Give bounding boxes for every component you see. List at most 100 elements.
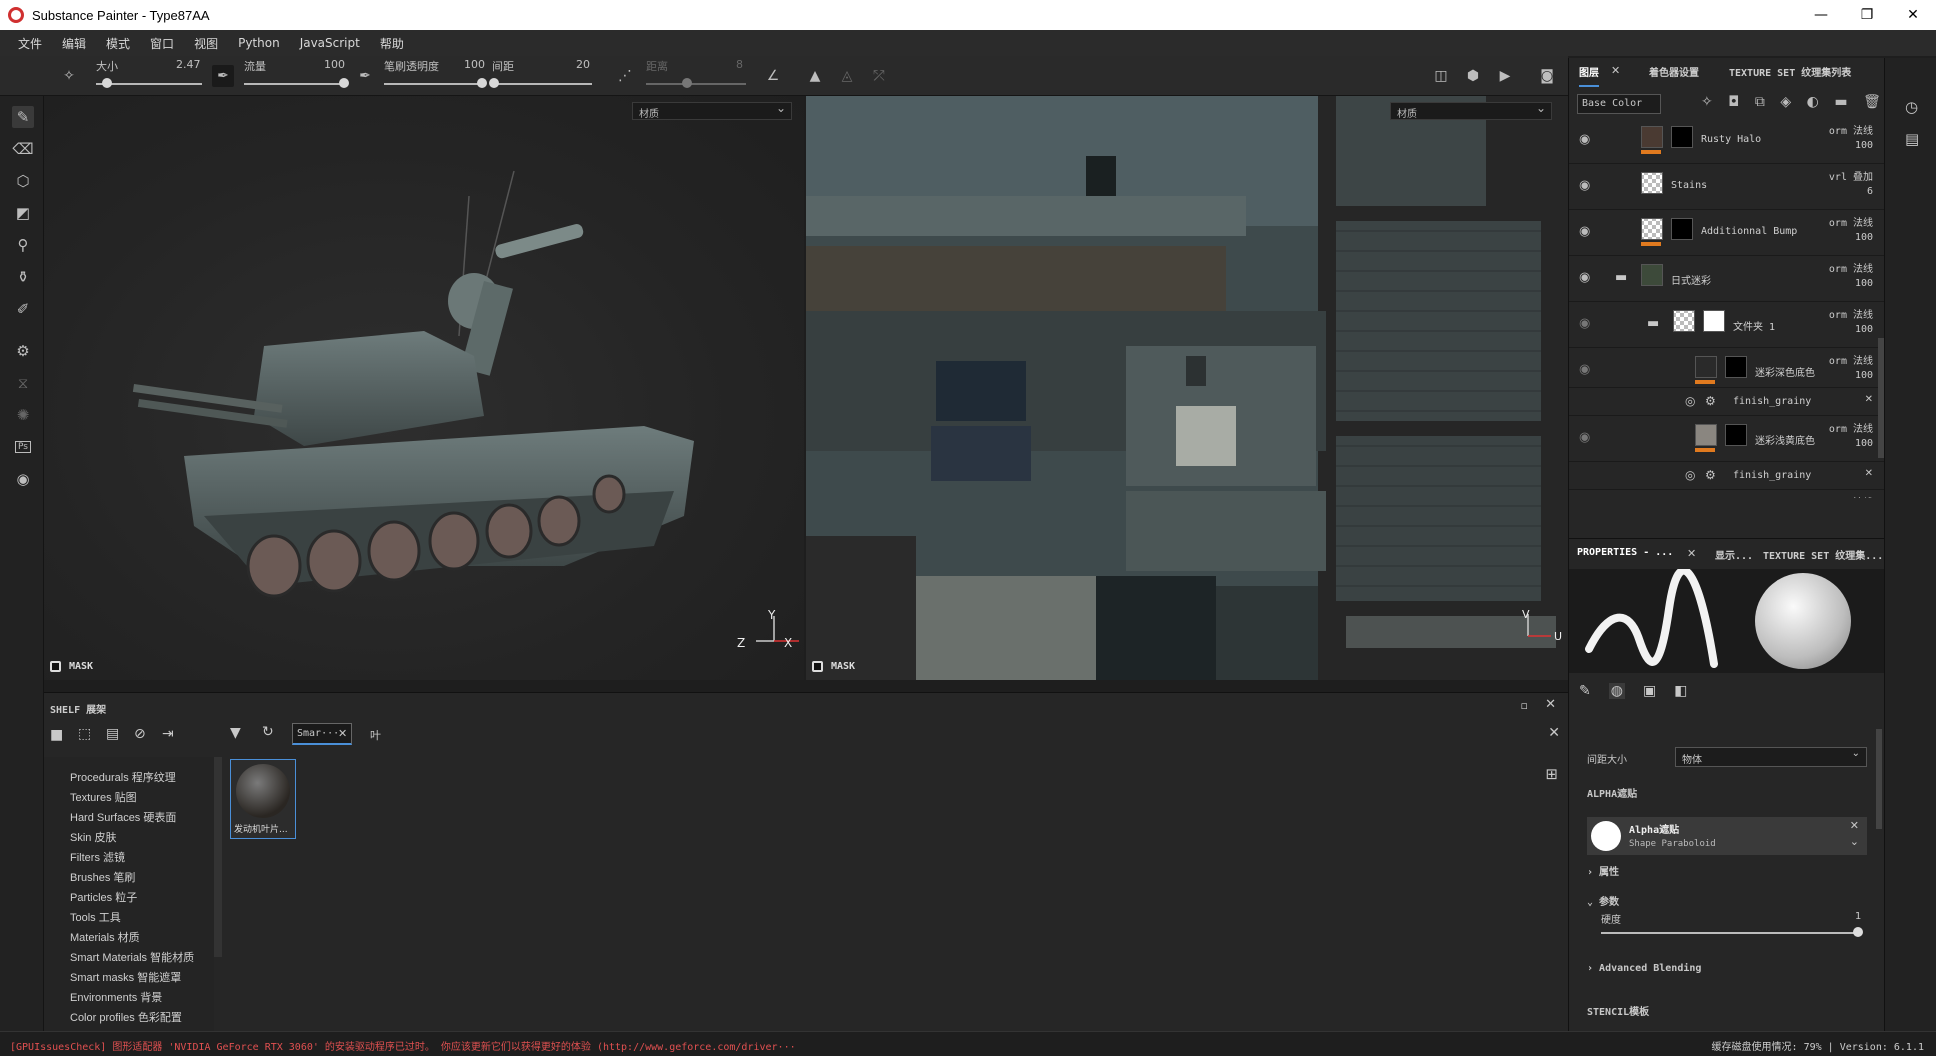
eraser-icon[interactable]: ⌫ [12, 138, 34, 160]
attributes-section[interactable]: › 属性 [1587, 863, 1619, 878]
stencil-tab-icon[interactable]: ▣ [1643, 683, 1656, 699]
delete-layer-icon[interactable]: 🗑 [1863, 94, 1881, 114]
bake-icon[interactable]: ⧖ [12, 372, 34, 394]
layer-name[interactable]: Rusty Halo [1701, 134, 1761, 145]
visibility-eye-icon[interactable]: ◉ [1579, 362, 1595, 378]
flow-slider[interactable] [244, 83, 344, 85]
photoshop-export-icon[interactable]: Ps [12, 436, 34, 458]
menu-help[interactable]: 帮助 [370, 35, 414, 52]
opacity-value[interactable]: 100 [464, 58, 485, 71]
angle-icon[interactable]: ∠ [762, 65, 784, 87]
add-folder-icon[interactable]: ▬ [1834, 94, 1847, 114]
viewport-2d[interactable]: 材质 V U MASK [806, 96, 1568, 680]
clone-stamp-icon[interactable]: ⚱ [12, 266, 34, 288]
layer-row[interactable]: ◉ Additionnal Bump orm 法线 100 [1569, 210, 1885, 256]
visibility-eye-icon[interactable]: ◉ [1579, 132, 1595, 148]
refresh-icon[interactable]: ↻ [262, 724, 274, 740]
layer-opacity[interactable]: 100 [1855, 438, 1873, 449]
filter-search-text[interactable]: 叶 [370, 727, 381, 743]
layer-name[interactable]: 迷彩浅黄底色 [1755, 432, 1815, 447]
settings-icon[interactable]: ⚙ [12, 340, 34, 362]
hardness-value[interactable]: 1 [1855, 911, 1861, 922]
distance-slider[interactable] [646, 83, 746, 85]
hide-icon[interactable]: ⊘ [134, 726, 146, 742]
mask-checkbox[interactable] [812, 661, 823, 672]
tab-shader-settings[interactable]: 着色器设置 [1649, 64, 1699, 79]
history-icon[interactable]: ◷ [1905, 98, 1918, 116]
size-slider[interactable] [96, 83, 202, 85]
tab-texture-set[interactable]: TEXTURE SET 纹理集... [1763, 547, 1883, 562]
remove-effect-icon[interactable]: ✕ [1865, 394, 1873, 405]
visibility-eye-icon[interactable]: ◉ [1579, 224, 1595, 240]
material-tab-icon[interactable]: ◧ [1674, 683, 1687, 699]
viewport-3d-mask-toggle[interactable]: MASK [50, 661, 93, 672]
render-icon[interactable]: ◉ [12, 468, 34, 490]
brush-tab-icon[interactable]: ✎ [1579, 683, 1591, 699]
split-view-icon[interactable]: ◫ [1430, 65, 1452, 87]
menu-window[interactable]: 窗口 [140, 35, 184, 52]
distance-value[interactable]: 8 [736, 58, 743, 71]
log-icon[interactable]: ▤ [1905, 130, 1919, 148]
viewport-2d-mask-toggle[interactable]: MASK [812, 661, 855, 672]
visibility-eye-icon[interactable]: ◉ [1579, 430, 1595, 446]
layer-opacity[interactable]: 100 [1855, 278, 1873, 289]
mask-checkbox[interactable] [50, 661, 61, 672]
layer-opacity[interactable]: 100 [1855, 140, 1873, 151]
paint-brush-icon[interactable]: ✎ [12, 106, 34, 128]
filter-tag-remove-icon[interactable]: ✕ [338, 727, 347, 740]
effect-visibility-icon[interactable]: ◎ [1685, 394, 1695, 408]
layer-name[interactable]: 迷彩深色底色 [1755, 364, 1815, 379]
tab-texture-set-list[interactable]: TEXTURE SET 纹理集列表 [1729, 64, 1851, 79]
size-value[interactable]: 2.47 [176, 58, 201, 71]
layer-blend-mode[interactable]: vrl 叠加 [1829, 168, 1873, 183]
flow-slider-handle[interactable] [339, 78, 349, 88]
layer-opacity[interactable]: 100 [1855, 370, 1873, 381]
alpha-slot[interactable]: Alpha遮贴 Shape Paraboloid ✕ ⌄ [1587, 817, 1867, 855]
shelf-category-item[interactable]: Materials 材质 [70, 929, 140, 945]
layer-blend-mode[interactable]: orm 法线 [1829, 214, 1873, 229]
opacity-slider-handle[interactable] [477, 78, 487, 88]
menu-view[interactable]: 视图 [184, 35, 228, 52]
mirror-icon[interactable]: ▲ [804, 65, 826, 87]
layer-blend-mode[interactable]: orm 法线 [1829, 122, 1873, 137]
channel-select[interactable]: Base Color [1577, 94, 1661, 114]
chevron-down-icon[interactable]: ⌄ [1850, 835, 1859, 848]
layer-row[interactable]: ◉ ▬ 日式迷彩 orm 法线 100 [1569, 256, 1885, 302]
layer-mask-thumbnail[interactable] [1725, 356, 1747, 378]
layer-blend-mode[interactable]: orm 法线 [1829, 306, 1873, 321]
layer-row[interactable]: ◉ Stains vrl 叠加 6 [1569, 164, 1885, 210]
opacity-slider[interactable] [384, 83, 482, 85]
visibility-eye-icon[interactable]: ◉ [1579, 270, 1595, 286]
shelf-category-item[interactable]: Brushes 笔刷 [70, 869, 135, 885]
category-scrollbar[interactable] [214, 757, 222, 957]
tab-close-icon[interactable]: ✕ [1687, 547, 1696, 560]
menu-javascript[interactable]: JavaScript [290, 36, 370, 50]
effects-icon[interactable]: ✺ [12, 404, 34, 426]
shelf-category-item[interactable]: Particles 粒子 [70, 889, 137, 905]
close-window-button[interactable]: ✕ [1890, 0, 1936, 30]
layer-blend-mode[interactable]: orm 法线 [1829, 352, 1873, 367]
pen-pressure-icon[interactable]: ✒ [212, 65, 234, 87]
add-mask-icon[interactable]: ◘ [1728, 94, 1739, 114]
shelf-category-item[interactable]: Smart masks 智能遮罩 [70, 969, 181, 985]
spacing-slider-handle[interactable] [489, 78, 499, 88]
menu-python[interactable]: Python [228, 36, 290, 50]
menu-mode[interactable]: 模式 [96, 35, 140, 52]
layer-mask-thumbnail[interactable] [1671, 218, 1693, 240]
shelf-close-icon[interactable]: ✕ [1545, 697, 1556, 712]
mirror-x-icon[interactable]: ◬ [836, 65, 858, 87]
layer-name[interactable]: 日式迷彩 [1671, 272, 1711, 287]
symmetry-tool-icon[interactable]: ✧ [58, 65, 80, 87]
add-effect-icon[interactable]: ✧ [1701, 94, 1713, 114]
tab-properties[interactable]: PROPERTIES - ... [1577, 547, 1673, 558]
menu-file[interactable]: 文件 [8, 35, 52, 52]
layer-opacity[interactable]: 100 [1855, 324, 1873, 335]
polygon-fill-icon[interactable]: ◩ [12, 202, 34, 224]
advanced-blending-section[interactable]: › Advanced Blending [1587, 963, 1701, 974]
spacing-slider[interactable] [492, 83, 592, 85]
visibility-eye-icon[interactable]: ◉ [1579, 316, 1595, 332]
remove-alpha-icon[interactable]: ✕ [1850, 819, 1859, 832]
shelf-undock-icon[interactable]: ▫ [1521, 699, 1528, 712]
save-icon[interactable]: ▤ [106, 726, 119, 742]
tab-display[interactable]: 显示... [1715, 547, 1753, 562]
